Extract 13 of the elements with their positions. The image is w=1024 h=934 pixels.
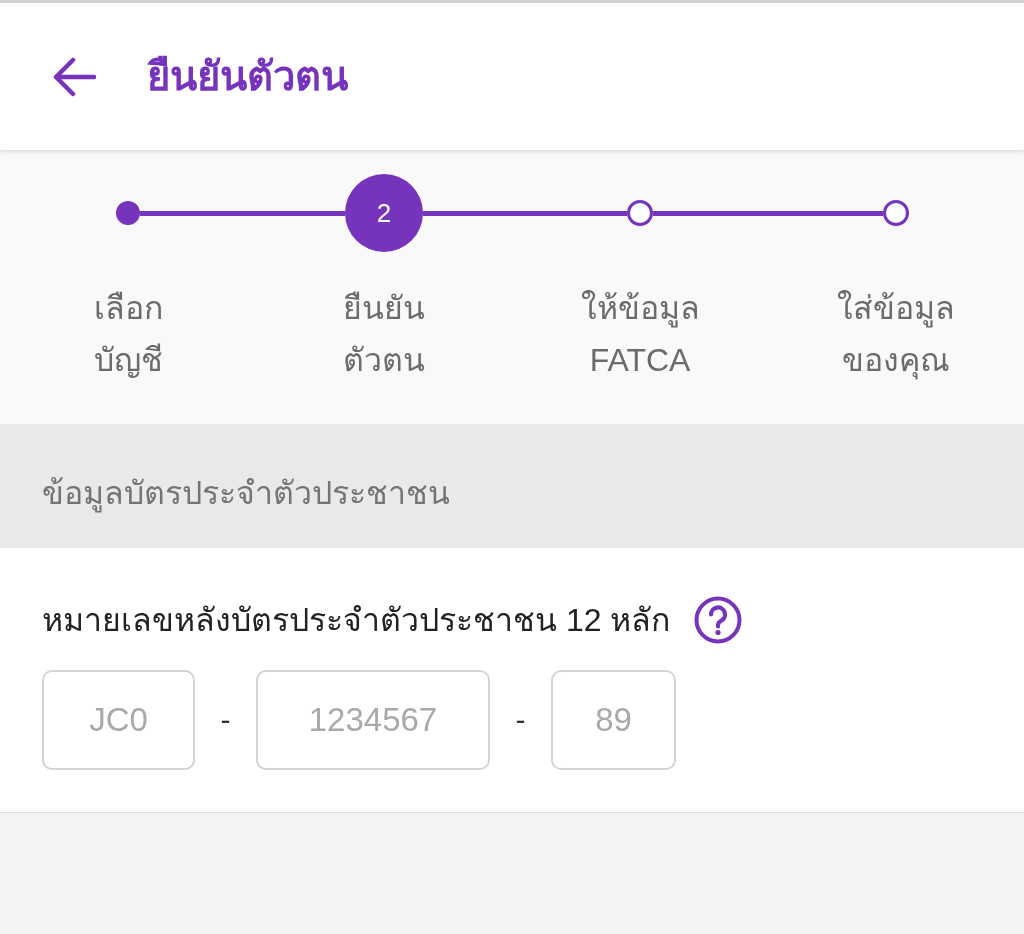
id-segment-input[interactable]: JC0 (42, 670, 195, 770)
separator-dash: - (219, 705, 232, 735)
step-label: ใส่ข้อมูล ของคุณ (837, 289, 955, 382)
step-label: เลือก บัญชี (93, 289, 163, 380)
step-label: ให้ข้อมูล FATCA (580, 289, 700, 380)
back-arrow-icon[interactable] (52, 56, 96, 97)
help-icon[interactable] (694, 596, 743, 644)
id-segment-input[interactable]: 89 (551, 670, 676, 770)
field-label: หมายเลขหลังบัตรประจำตัวประชาชน 12 หลัก (42, 604, 671, 636)
step-label: ยืนยัน ตัวตน (343, 289, 425, 380)
page-title: ยืนยันตัวตน (147, 55, 348, 98)
id-segment-input[interactable]: 1234567 (256, 670, 490, 770)
separator-dash: - (514, 705, 527, 735)
